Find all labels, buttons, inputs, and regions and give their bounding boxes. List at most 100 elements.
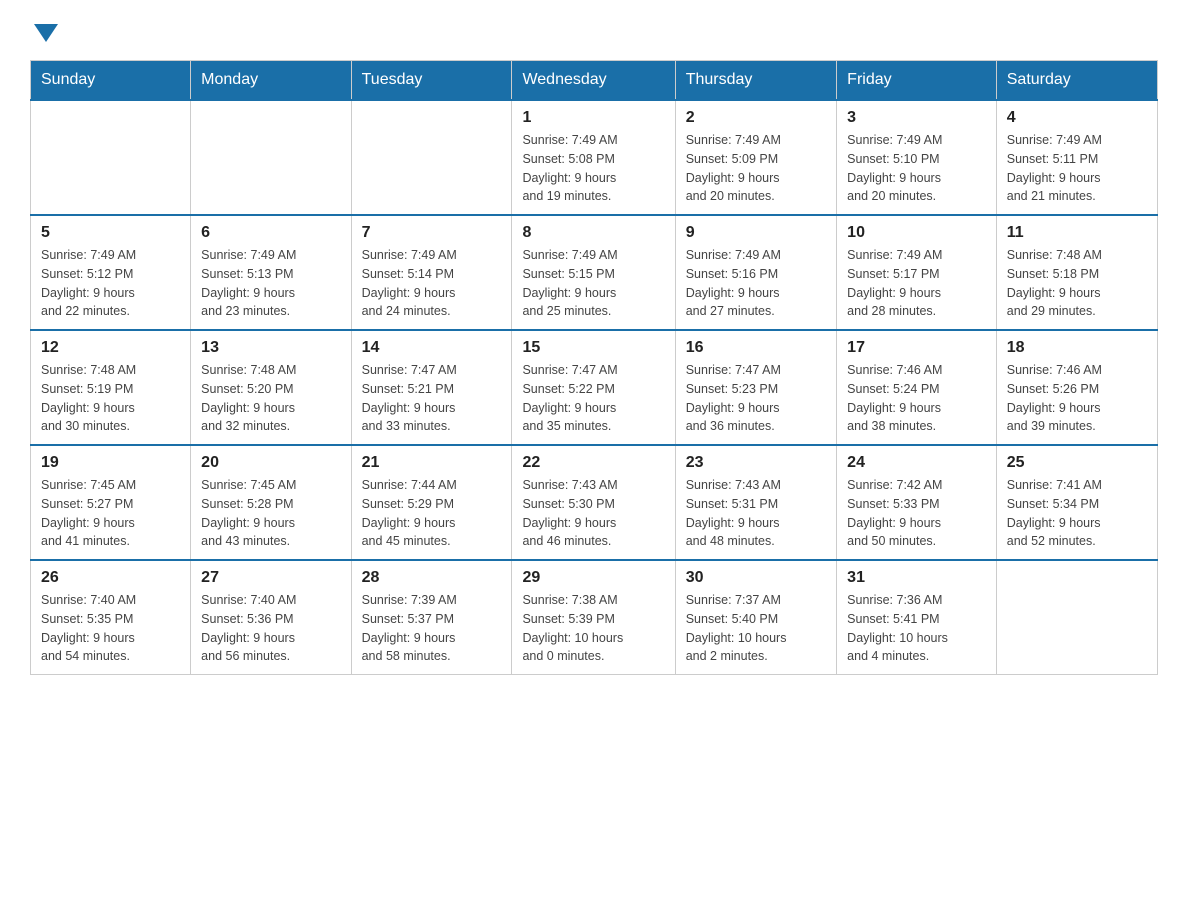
daylight-minutes: and 33 minutes. <box>362 417 502 436</box>
calendar-cell: 9Sunrise: 7:49 AMSunset: 5:16 PMDaylight… <box>675 215 836 330</box>
weekday-header-thursday: Thursday <box>675 61 836 101</box>
day-info: Sunrise: 7:37 AMSunset: 5:40 PMDaylight:… <box>686 591 826 666</box>
sunrise-text: Sunrise: 7:46 AM <box>1007 361 1147 380</box>
daylight-minutes: and 0 minutes. <box>522 647 664 666</box>
sunset-text: Sunset: 5:40 PM <box>686 610 826 629</box>
sunset-text: Sunset: 5:12 PM <box>41 265 180 284</box>
calendar-cell: 3Sunrise: 7:49 AMSunset: 5:10 PMDaylight… <box>837 100 997 215</box>
sunset-text: Sunset: 5:30 PM <box>522 495 664 514</box>
weekday-header-friday: Friday <box>837 61 997 101</box>
week-row-4: 19Sunrise: 7:45 AMSunset: 5:27 PMDayligh… <box>31 445 1158 560</box>
day-info: Sunrise: 7:43 AMSunset: 5:31 PMDaylight:… <box>686 476 826 551</box>
weekday-header-sunday: Sunday <box>31 61 191 101</box>
week-row-3: 12 Sunrise: 7:48 AMSunset: 5:19 PMDayligh… <box>31 330 1158 445</box>
day-number: 18 <box>1007 339 1147 357</box>
calendar-cell: 10Sunrise: 7:49 AMSunset: 5:17 PMDayligh… <box>837 215 997 330</box>
day-info: Sunrise: 7:45 AMSunset: 5:28 PMDaylight:… <box>201 476 340 551</box>
day-info: Sunrise: 7:49 AMSunset: 5:08 PMDaylight:… <box>522 131 664 206</box>
day-number: 24 <box>847 454 986 472</box>
weekday-header-row: SundayMondayTuesdayWednesdayThursdayFrid… <box>31 61 1158 101</box>
calendar-cell: 22 Sunrise: 7:43 AMSunset: 5:30 PMDayligh… <box>512 445 675 560</box>
day-number: 1 <box>522 109 664 127</box>
sunrise-text: Sunrise: 7:49 AM <box>41 246 180 265</box>
daylight-minutes: and 45 minutes. <box>362 532 502 551</box>
day-info: Sunrise: 7:48 AMSunset: 5:19 PMDaylight:… <box>41 361 180 436</box>
sunrise-text: Sunrise: 7:49 AM <box>522 246 664 265</box>
day-info: Sunrise: 7:48 AMSunset: 5:18 PMDaylight:… <box>1007 246 1147 321</box>
calendar-cell: 25Sunrise: 7:41 AMSunset: 5:34 PMDayligh… <box>996 445 1157 560</box>
daylight-minutes: and 21 minutes. <box>1007 187 1147 206</box>
sunset-text: Sunset: 5:39 PM <box>522 610 664 629</box>
daylight-text: Daylight: 9 hours <box>41 514 180 533</box>
day-number: 23 <box>686 454 826 472</box>
day-number: 8 <box>522 224 664 242</box>
sunrise-text: Sunrise: 7:49 AM <box>1007 131 1147 150</box>
calendar-cell: 12 Sunrise: 7:48 AMSunset: 5:19 PMDayligh… <box>31 330 191 445</box>
sunrise-text: Sunrise: 7:49 AM <box>847 246 986 265</box>
daylight-text: Daylight: 9 hours <box>847 399 986 418</box>
sunset-text: Sunset: 5:37 PM <box>362 610 502 629</box>
daylight-text: Daylight: 9 hours <box>686 399 826 418</box>
calendar-cell: 2Sunrise: 7:49 AMSunset: 5:09 PMDaylight… <box>675 100 836 215</box>
calendar-cell: 5Sunrise: 7:49 AMSunset: 5:12 PMDaylight… <box>31 215 191 330</box>
sunset-text: Sunset: 5:28 PM <box>201 495 340 514</box>
sunset-text: Sunset: 5:20 PM <box>201 380 340 399</box>
sunset-text: Sunset: 5:23 PM <box>686 380 826 399</box>
daylight-minutes: and 2 minutes. <box>686 647 826 666</box>
calendar-cell: 19Sunrise: 7:45 AMSunset: 5:27 PMDayligh… <box>31 445 191 560</box>
sunrise-text: Sunrise: 7:47 AM <box>362 361 502 380</box>
daylight-text: Daylight: 9 hours <box>522 284 664 303</box>
sunrise-text: Sunrise: 7:39 AM <box>362 591 502 610</box>
calendar-cell <box>191 100 351 215</box>
day-number: 22 <box>522 454 664 472</box>
sunrise-text: Sunrise: 7:40 AM <box>201 591 340 610</box>
day-info: Sunrise: 7:49 AMSunset: 5:16 PMDaylight:… <box>686 246 826 321</box>
daylight-text: Daylight: 10 hours <box>847 629 986 648</box>
day-info: Sunrise: 7:43 AMSunset: 5:30 PMDaylight:… <box>522 476 664 551</box>
sunset-text: Sunset: 5:26 PM <box>1007 380 1147 399</box>
day-info: Sunrise: 7:41 AMSunset: 5:34 PMDaylight:… <box>1007 476 1147 551</box>
calendar-cell: 24Sunrise: 7:42 AMSunset: 5:33 PMDayligh… <box>837 445 997 560</box>
calendar-cell: 31Sunrise: 7:36 AMSunset: 5:41 PMDayligh… <box>837 560 997 675</box>
daylight-text: Daylight: 9 hours <box>41 284 180 303</box>
calendar-cell: 26Sunrise: 7:40 AMSunset: 5:35 PMDayligh… <box>31 560 191 675</box>
calendar-cell: 13Sunrise: 7:48 AMSunset: 5:20 PMDayligh… <box>191 330 351 445</box>
sunrise-text: Sunrise: 7:45 AM <box>201 476 340 495</box>
calendar-cell: 17Sunrise: 7:46 AMSunset: 5:24 PMDayligh… <box>837 330 997 445</box>
daylight-text: Daylight: 9 hours <box>522 169 664 188</box>
week-row-2: 5Sunrise: 7:49 AMSunset: 5:12 PMDaylight… <box>31 215 1158 330</box>
day-info: Sunrise: 7:49 AMSunset: 5:17 PMDaylight:… <box>847 246 986 321</box>
sunrise-text: Sunrise: 7:45 AM <box>41 476 180 495</box>
weekday-header-wednesday: Wednesday <box>512 61 675 101</box>
sunrise-text: Sunrise: 7:43 AM <box>686 476 826 495</box>
daylight-minutes: and 48 minutes. <box>686 532 826 551</box>
daylight-text: Daylight: 10 hours <box>686 629 826 648</box>
day-number: 12 <box>41 339 180 357</box>
calendar-cell <box>996 560 1157 675</box>
sunset-text: Sunset: 5:22 PM <box>522 380 664 399</box>
weekday-header-monday: Monday <box>191 61 351 101</box>
daylight-minutes: and 28 minutes. <box>847 302 986 321</box>
sunset-text: Sunset: 5:31 PM <box>686 495 826 514</box>
calendar-cell <box>31 100 191 215</box>
daylight-minutes: and 20 minutes. <box>847 187 986 206</box>
daylight-minutes: and 56 minutes. <box>201 647 340 666</box>
day-info: Sunrise: 7:36 AMSunset: 5:41 PMDaylight:… <box>847 591 986 666</box>
sunset-text: Sunset: 5:29 PM <box>362 495 502 514</box>
sunrise-text: Sunrise: 7:49 AM <box>686 246 826 265</box>
daylight-minutes: and 41 minutes. <box>41 532 180 551</box>
day-info: Sunrise: 7:49 AMSunset: 5:10 PMDaylight:… <box>847 131 986 206</box>
sunrise-text: Sunrise: 7:46 AM <box>847 361 986 380</box>
sunrise-text: Sunrise: 7:49 AM <box>686 131 826 150</box>
daylight-minutes: and 54 minutes. <box>41 647 180 666</box>
daylight-text: Daylight: 9 hours <box>41 629 180 648</box>
day-info: Sunrise: 7:46 AMSunset: 5:26 PMDaylight:… <box>1007 361 1147 436</box>
daylight-minutes: and 58 minutes. <box>362 647 502 666</box>
daylight-minutes: and 19 minutes. <box>522 187 664 206</box>
day-info: Sunrise: 7:44 AMSunset: 5:29 PMDaylight:… <box>362 476 502 551</box>
calendar-cell: 1 Sunrise: 7:49 AMSunset: 5:08 PMDaylight… <box>512 100 675 215</box>
sunrise-text: Sunrise: 7:49 AM <box>847 131 986 150</box>
calendar-cell: 15Sunrise: 7:47 AMSunset: 5:22 PMDayligh… <box>512 330 675 445</box>
day-info: Sunrise: 7:46 AMSunset: 5:24 PMDaylight:… <box>847 361 986 436</box>
sunset-text: Sunset: 5:14 PM <box>362 265 502 284</box>
